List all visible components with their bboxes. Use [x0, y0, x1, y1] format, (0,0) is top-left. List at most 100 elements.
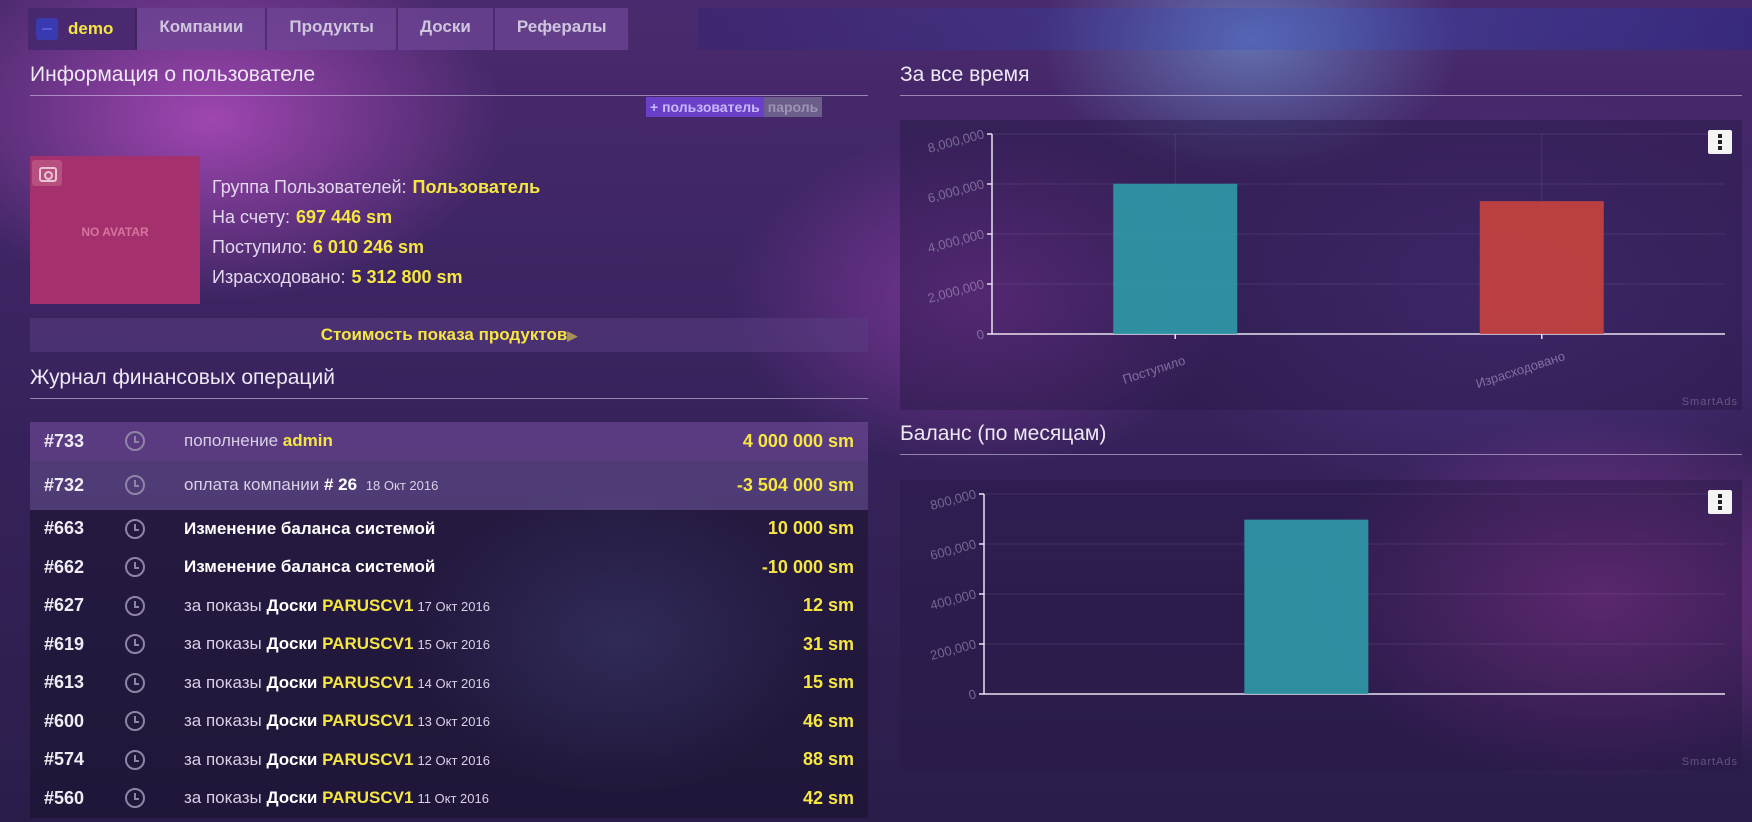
no-avatar-label: NO AVATAR [81, 225, 149, 239]
chart-svg: 0 2,000,000 4,000,000 6,000,000 8,000,000 Пос… [926, 126, 1725, 391]
row-highlight[interactable]: PARUSCV1 [322, 788, 413, 807]
table-row[interactable]: #663 Изменение баланса системой 10 000 sm [30, 509, 868, 548]
tab-user[interactable]: demo [28, 8, 138, 50]
row-highlight[interactable]: PARUSCV1 [322, 711, 413, 730]
add-user-button[interactable]: + пользователь [646, 97, 764, 117]
chart-monthly-title: Баланс (по месяцам) [900, 422, 1107, 445]
row-text: пополнение [184, 431, 279, 451]
row-id: #663 [44, 518, 85, 539]
clock-icon [114, 548, 156, 586]
user-actions: + пользователь пароль [646, 97, 823, 117]
row-date: 17 Окт 2016 [417, 598, 490, 614]
balance-label: На счету: [212, 207, 291, 227]
menu-icon[interactable] [36, 18, 58, 40]
income-label: Поступило: [212, 237, 307, 257]
group-value: Пользователь [412, 177, 541, 197]
watermark: SmartAds [1681, 396, 1738, 408]
row-id: #732 [44, 474, 85, 495]
income-value: 6 010 246 sm [312, 237, 425, 257]
y-tick-label: 0 [975, 326, 986, 342]
row-highlight[interactable]: PARUSCV1 [322, 596, 413, 615]
row-date: 18 Окт 2016 [365, 478, 439, 493]
x-tick-label: Поступило [1121, 353, 1187, 387]
journal-table: #733 пополнение admin 4 000 000 sm #732 опла… [30, 422, 868, 818]
row-text: за показы [184, 711, 262, 731]
row-text: оплата компании [184, 475, 320, 494]
tab-companies[interactable]: Компании [137, 8, 268, 50]
x-tick-label: Израсходовано [1474, 348, 1567, 391]
row-id: #600 [44, 710, 85, 731]
chart-svg: 0 200,000 400,000 600,000 800,000 [929, 486, 1725, 703]
table-row[interactable]: #619 за показы Доски PARUSCV1 15 Окт 2016 3… [30, 625, 868, 664]
bar[interactable] [1479, 201, 1604, 334]
user-name: demo [68, 19, 114, 38]
watermark: SmartAds [1681, 756, 1738, 768]
chart-menu-icon[interactable] [1708, 130, 1732, 154]
row-description: за показы Доски PARUSCV1 12 Окт 2016 [156, 750, 714, 770]
clock-icon [114, 779, 156, 817]
table-row[interactable]: #732 оплата компании # 26 18 Окт 2016 -3 5… [30, 460, 868, 510]
chart-menu-icon[interactable] [1708, 490, 1732, 514]
tab-referrals[interactable]: Рефералы [494, 8, 631, 50]
product-cost-link[interactable]: Стоимость показа продуктов▶ [30, 318, 868, 352]
row-id: #662 [44, 556, 85, 577]
row-bold: # 26 [323, 475, 358, 494]
y-tick-label: 0 [967, 686, 978, 702]
divider [30, 95, 868, 96]
camera-icon[interactable] [32, 160, 62, 186]
avatar: NO AVATAR [30, 156, 200, 304]
row-date: 13 Окт 2016 [417, 714, 490, 730]
tab-boards[interactable]: Доски [397, 8, 495, 50]
row-id: #619 [44, 633, 85, 654]
group-label: Группа Пользователей: [212, 177, 407, 197]
tab-products[interactable]: Продукты [267, 8, 398, 50]
row-highlight[interactable]: admin [283, 431, 333, 450]
row-amount: 12 sm [802, 595, 854, 616]
y-tick-label: 2,000,000 [926, 276, 986, 305]
table-row[interactable]: #627 за показы Доски PARUSCV1 17 Окт 2016 1… [30, 586, 868, 625]
row-amount: 46 sm [802, 710, 854, 731]
y-tick-label: 6,000,000 [926, 176, 986, 205]
row-highlight[interactable]: PARUSCV1 [322, 634, 413, 653]
clock-icon [114, 625, 156, 663]
row-amount: -10 000 sm [761, 556, 854, 577]
table-row[interactable]: #574 за показы Доски PARUSCV1 12 Окт 2016 8… [30, 740, 868, 779]
row-text: за показы [184, 788, 262, 808]
clock-icon [114, 702, 156, 740]
user-info-title: Информация о пользователе [30, 63, 316, 86]
clock-icon [114, 422, 156, 460]
play-arrow-icon: ▶ [567, 328, 578, 343]
balance-value: 697 446 sm [296, 207, 393, 227]
divider [900, 454, 1742, 455]
row-description: за показы Доски PARUSCV1 17 Окт 2016 [156, 596, 714, 616]
row-text: за показы [184, 595, 262, 615]
clock-icon [114, 587, 156, 625]
row-highlight[interactable]: PARUSCV1 [322, 673, 413, 692]
password-button[interactable]: пароль [763, 97, 823, 117]
table-row[interactable]: #662 Изменение баланса системой -10 000 s… [30, 548, 868, 587]
row-date: 11 Окт 2016 [417, 791, 489, 807]
row-highlight[interactable]: PARUSCV1 [322, 750, 413, 769]
row-amount: -3 504 000 sm [736, 475, 854, 495]
row-bold: Доски [266, 788, 318, 808]
row-bold: Доски [266, 749, 318, 769]
app-frame: demo Компании Продукты Доски Рефералы Ин… [8, 8, 1752, 822]
bar[interactable] [1244, 519, 1369, 694]
table-row[interactable]: #600 за показы Доски PARUSCV1 13 Окт 2016 4… [30, 702, 868, 741]
chart-alltime: 0 2,000,000 4,000,000 6,000,000 8,000,000 Пос… [900, 120, 1742, 410]
bar[interactable] [1113, 183, 1238, 334]
row-id: #560 [44, 787, 85, 808]
table-row[interactable]: #613 за показы Доски PARUSCV1 14 Окт 2016 1… [30, 663, 868, 702]
table-row[interactable]: #560 за показы Доски PARUSCV1 11 Окт 2016 4… [30, 779, 868, 818]
y-tick-label: 8,000,000 [926, 126, 986, 155]
row-id: #613 [44, 672, 85, 693]
row-description: за показы Доски PARUSCV1 14 Окт 2016 [156, 673, 714, 693]
table-row[interactable]: #733 пополнение admin 4 000 000 sm [30, 422, 868, 461]
row-amount: 4 000 000 sm [742, 430, 854, 451]
divider [900, 95, 1742, 96]
spent-value: 5 312 800 sm [351, 267, 463, 287]
row-date: 14 Окт 2016 [417, 675, 490, 691]
row-bold: Доски [266, 634, 318, 654]
row-description: оплата компании # 26 18 Окт 2016 [156, 475, 714, 495]
row-bold: Доски [266, 595, 318, 615]
